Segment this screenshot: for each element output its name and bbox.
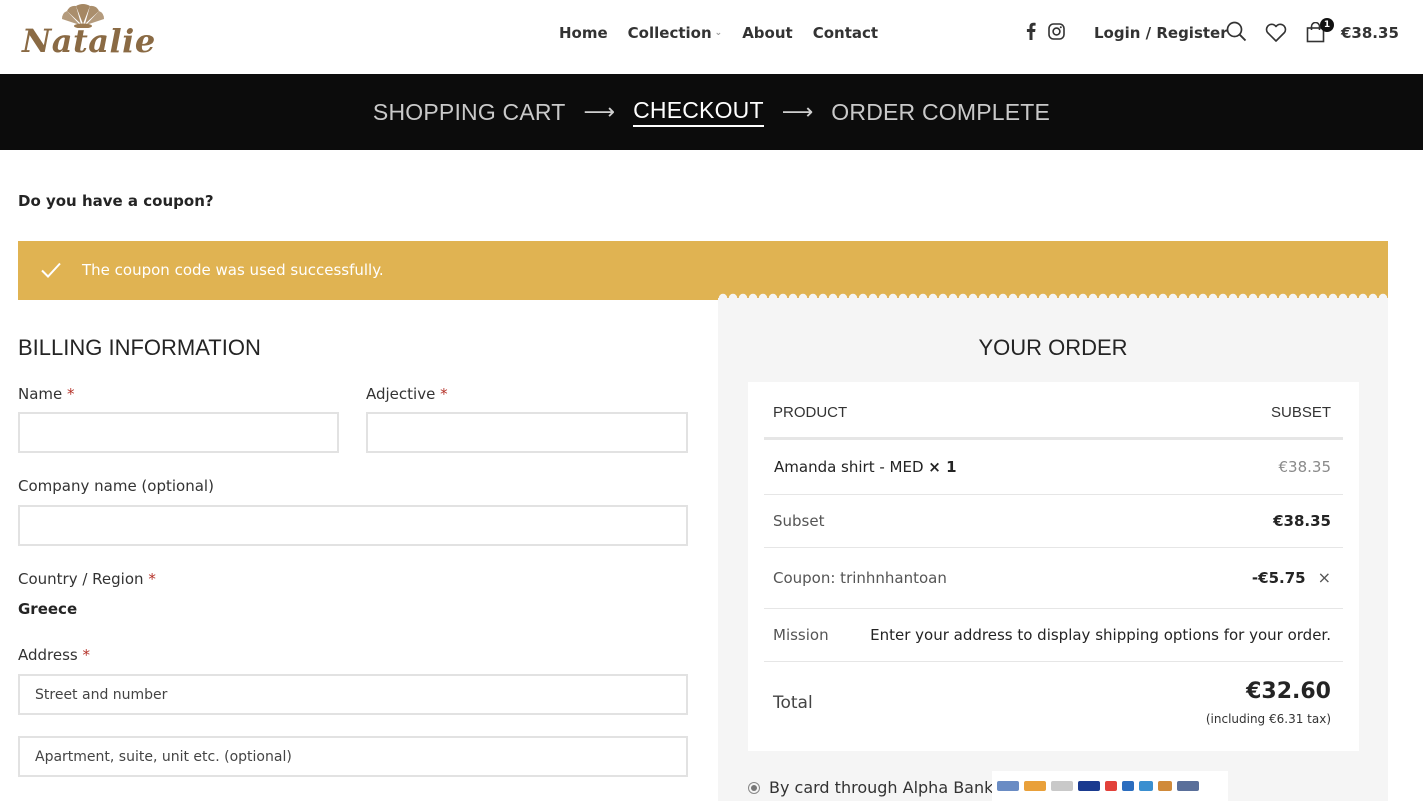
coupon-value-group: -€5.75 ×: [1252, 568, 1331, 587]
cart-count-badge: 1: [1320, 18, 1334, 32]
item-name: Amanda shirt - MED × 1: [774, 458, 957, 476]
total-value: €32.60: [1246, 679, 1331, 704]
address-street-input[interactable]: Street and number: [18, 674, 688, 715]
country-value: Greece: [18, 600, 78, 618]
payment-radio[interactable]: [748, 781, 760, 794]
payment-method-label: By card through Alpha Bank: [769, 778, 994, 797]
label-text: Address: [18, 646, 78, 664]
item-name-text: Amanda shirt - MED: [774, 458, 924, 476]
check-icon: [41, 262, 61, 278]
nav-item-collection[interactable]: Collection ⌄: [628, 24, 723, 42]
item-qty: × 1: [928, 458, 957, 476]
adjective-label: Adjective *: [366, 385, 448, 403]
label-text: Country / Region: [18, 570, 144, 588]
arrow-right-icon: ⟶: [781, 99, 814, 125]
search-icon[interactable]: [1226, 21, 1247, 42]
main-nav: Home Collection ⌄ About Contact: [559, 24, 898, 42]
subset-row: Subset €38.35: [764, 495, 1343, 548]
scallop-edge: [718, 289, 1388, 301]
discover-icon: [1158, 781, 1172, 791]
address-label: Address *: [18, 646, 90, 664]
required-mark: *: [440, 385, 448, 403]
required-mark: *: [67, 385, 75, 403]
mission-label: Mission: [773, 626, 829, 644]
coupon-row: Coupon: trinhnhantoan -€5.75 ×: [764, 548, 1343, 609]
step-checkout[interactable]: CHECKOUT: [633, 97, 764, 127]
nav-label: About: [742, 24, 793, 42]
subset-value: €38.35: [1273, 512, 1331, 530]
logo-text: Natalie: [22, 22, 156, 60]
country-label: Country / Region *: [18, 570, 156, 588]
coupon-label: Coupon: trinhnhantoan: [773, 569, 947, 587]
facebook-icon[interactable]: [1026, 22, 1036, 40]
nav-label: Contact: [812, 24, 879, 42]
name-label: Name *: [18, 385, 75, 403]
nav-label: Collection: [627, 24, 712, 42]
remove-coupon-icon[interactable]: ×: [1318, 568, 1331, 587]
cart-total[interactable]: €38.35: [1341, 24, 1399, 42]
order-item-row: Amanda shirt - MED × 1 €38.35: [764, 440, 1343, 495]
payment-method-alpha-bank[interactable]: By card through Alpha Bank: [748, 778, 993, 797]
item-price: €38.35: [1278, 458, 1332, 476]
company-label: Company name (optional): [18, 477, 214, 495]
brand-logo[interactable]: Natalie: [22, 2, 155, 64]
order-table-header: PRODUCT SUBSET: [764, 382, 1343, 440]
nav-item-contact[interactable]: Contact: [813, 24, 878, 42]
nav-item-about[interactable]: About: [742, 24, 793, 42]
mastercard-securecode-icon: [1024, 781, 1046, 791]
label-text: Adjective: [366, 385, 436, 403]
step-shopping-cart[interactable]: SHOPPING CART: [373, 99, 566, 126]
billing-title: BILLING INFORMATION: [18, 335, 261, 360]
maestro-icon: [1122, 781, 1134, 791]
label-text: Name: [18, 385, 63, 403]
name-input[interactable]: [18, 412, 339, 453]
safekey-icon: [1051, 781, 1073, 791]
required-mark: *: [82, 646, 91, 664]
order-title: YOUR ORDER: [978, 335, 1128, 360]
radio-dot: [751, 784, 757, 791]
checkout-steps: SHOPPING CART ⟶ CHECKOUT ⟶ ORDER COMPLET…: [0, 74, 1423, 150]
chevron-down-icon: ⌄: [714, 28, 723, 38]
diners-club-icon: [1177, 781, 1199, 791]
adjective-input[interactable]: [366, 412, 688, 453]
login-register-link[interactable]: Login / Register: [1094, 24, 1228, 42]
shipping-row: Mission Enter your address to display sh…: [764, 609, 1343, 662]
verified-by-visa-icon: [997, 781, 1019, 791]
required-mark: *: [148, 570, 156, 588]
address-apartment-input[interactable]: Apartment, suite, unit etc. (optional): [18, 736, 688, 777]
heart-icon[interactable]: [1265, 23, 1287, 42]
nav-item-home[interactable]: Home: [559, 24, 608, 42]
col-product: PRODUCT: [773, 404, 848, 421]
company-input[interactable]: [18, 505, 688, 546]
nav-label: Home: [559, 24, 608, 42]
total-row: Total €32.60 (including €6.31 tax): [764, 662, 1343, 751]
card-logos: [992, 771, 1228, 801]
tax-note: (including €6.31 tax): [1205, 712, 1331, 726]
coupon-value: -€5.75: [1251, 569, 1306, 587]
total-label: Total: [773, 693, 813, 713]
mission-value: Enter your address to display shipping o…: [870, 626, 1331, 644]
coupon-toggle[interactable]: Do you have a coupon?: [18, 192, 214, 210]
subset-label: Subset: [773, 512, 825, 530]
arrow-right-icon: ⟶: [583, 99, 616, 125]
mastercard-icon: [1105, 781, 1117, 791]
col-subset: SUBSET: [1270, 404, 1331, 421]
visa-icon: [1078, 781, 1100, 791]
site-header: Natalie Home Collection ⌄ About Contact L…: [0, 0, 1423, 74]
step-order-complete: ORDER COMPLETE: [831, 98, 1051, 125]
amex-icon: [1139, 781, 1153, 791]
notice-text: The coupon code was used successfully.: [82, 261, 384, 279]
social-links: [1026, 22, 1065, 40]
instagram-icon[interactable]: [1048, 22, 1065, 40]
